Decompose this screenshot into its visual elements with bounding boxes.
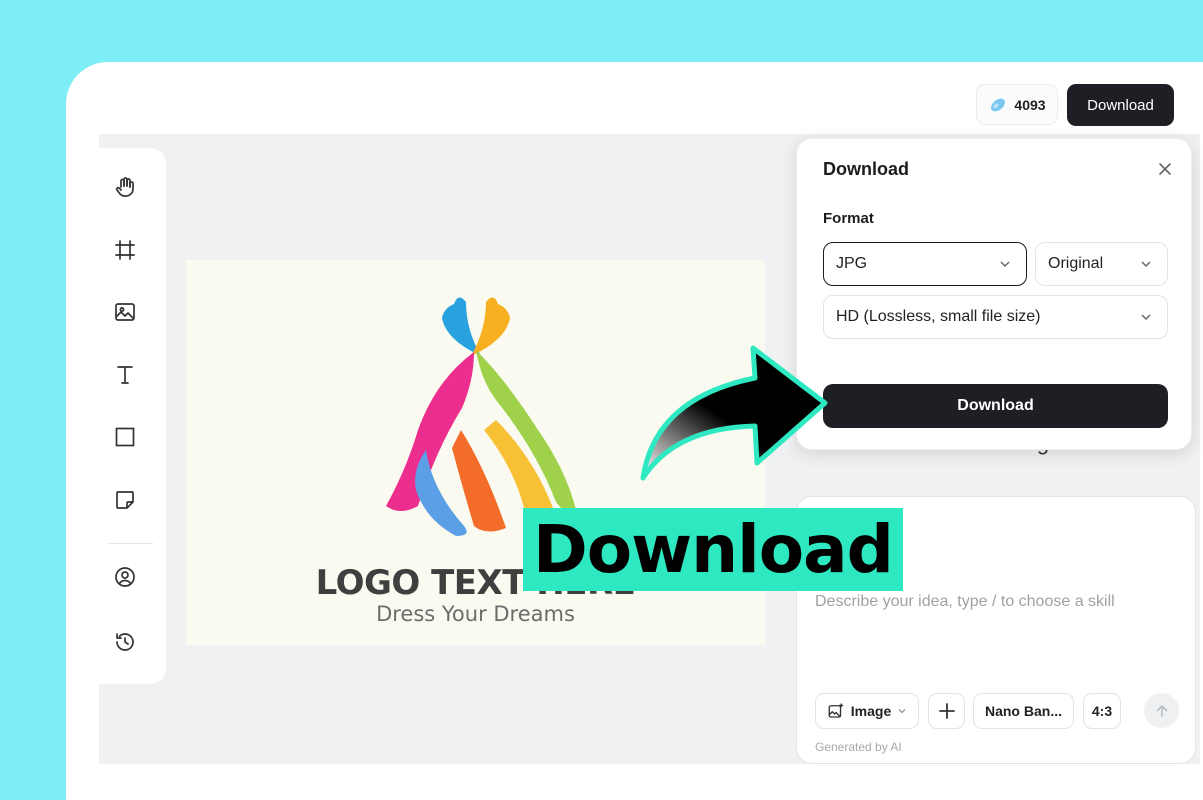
model-select[interactable]: Nano Ban... <box>973 693 1074 729</box>
history-icon[interactable] <box>111 628 139 656</box>
download-callout-label: Download <box>523 508 903 591</box>
size-value: Original <box>1048 255 1104 272</box>
credits-badge[interactable]: 4093 <box>976 84 1058 125</box>
plus-icon <box>938 703 955 719</box>
chevron-down-icon <box>1141 261 1151 268</box>
generated-by-ai-note: Generated by AI <box>815 740 902 754</box>
quality-value: HD (Lossless, small file size) <box>836 308 1041 325</box>
image-sparkle-icon <box>828 703 843 718</box>
logo-tagline: Dress Your Dreams <box>376 602 575 626</box>
chevron-down-icon <box>1000 261 1010 268</box>
format-label: Format <box>823 210 874 227</box>
add-button[interactable] <box>928 693 965 729</box>
credits-icon <box>991 98 1006 111</box>
hand-icon[interactable] <box>111 173 139 201</box>
sticky-note-icon[interactable] <box>111 486 139 514</box>
panel-title: Download <box>823 159 909 179</box>
curved-arrow-icon <box>640 345 828 481</box>
send-button[interactable] <box>1144 693 1179 728</box>
arrow-up-icon <box>1156 704 1167 717</box>
tool-divider <box>109 543 153 544</box>
callout-text: Download <box>533 510 894 588</box>
rectangle-icon[interactable] <box>111 423 139 451</box>
image-mode-select[interactable]: Image <box>815 693 919 729</box>
user-circle-icon[interactable] <box>111 563 139 591</box>
aspect-ratio-select[interactable]: 4:3 <box>1083 693 1121 729</box>
image-mode-label: Image <box>850 703 892 719</box>
text-icon[interactable] <box>111 361 139 389</box>
size-select[interactable]: Original <box>1035 242 1168 286</box>
tool-sidebar <box>99 148 166 684</box>
close-icon[interactable] <box>1155 159 1175 179</box>
top-download-button[interactable]: Download <box>1067 84 1174 126</box>
prompt-input[interactable] <box>815 593 1175 611</box>
download-panel: Download Format JPG Original HD (Lossles… <box>796 138 1192 450</box>
crop-frame-icon[interactable] <box>111 236 139 264</box>
chevron-down-icon <box>1141 314 1151 321</box>
format-value: JPG <box>836 255 868 272</box>
chevron-down-icon <box>898 709 906 714</box>
download-button[interactable]: Download <box>823 384 1168 428</box>
credits-count: 4093 <box>1014 96 1046 113</box>
format-select[interactable]: JPG <box>823 242 1027 286</box>
image-icon[interactable] <box>111 298 139 326</box>
quality-select[interactable]: HD (Lossless, small file size) <box>823 295 1168 339</box>
